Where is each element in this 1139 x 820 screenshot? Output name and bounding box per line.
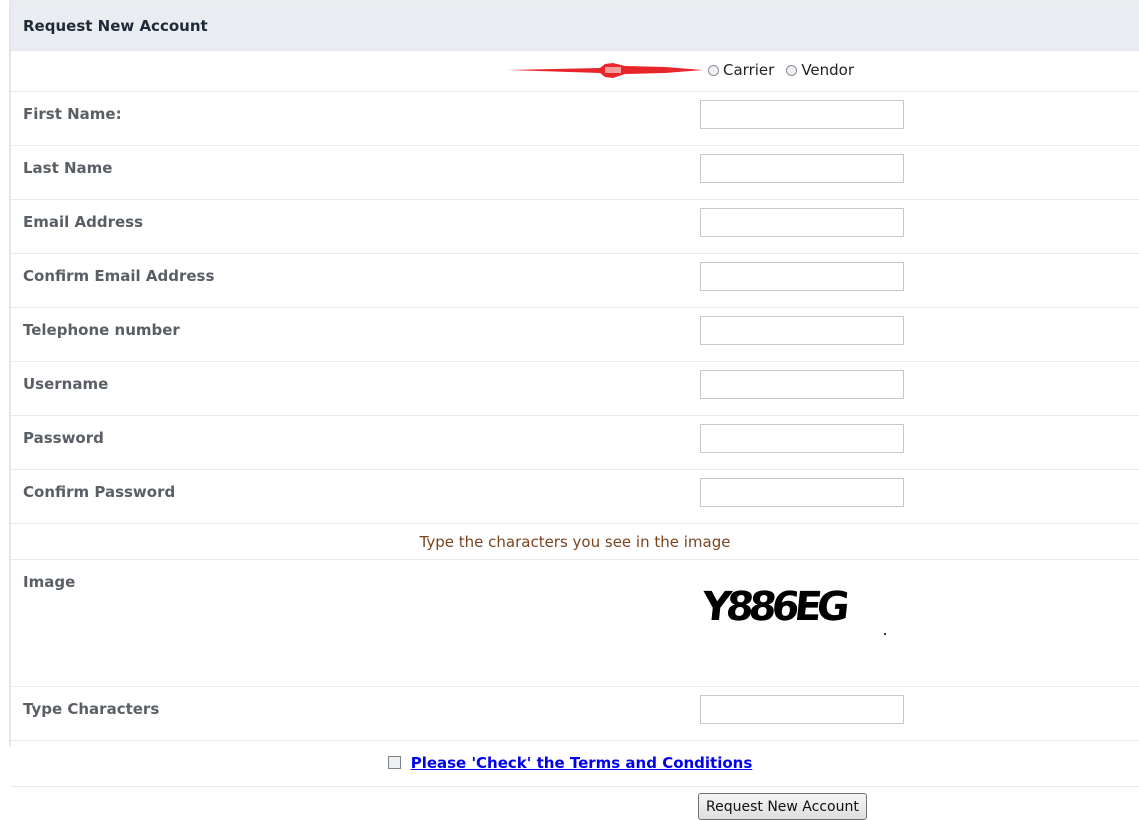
vendor-radio-label: Vendor: [801, 61, 855, 79]
confirm-email-label: Confirm Email Address: [11, 253, 681, 308]
first-name-label: First Name:: [11, 91, 681, 146]
username-field[interactable]: [700, 370, 904, 399]
account-type-radio-group: Carrier Vendor: [708, 61, 862, 79]
request-account-panel: Request New Account Carrier Vendor First…: [9, 0, 1139, 820]
email-label: Email Address: [11, 199, 681, 254]
captcha-input[interactable]: [700, 695, 904, 724]
terms-checkbox[interactable]: [387, 756, 401, 770]
red-arrow-annotation: [507, 63, 703, 78]
password-label: Password: [11, 415, 681, 470]
carrier-radio-label: Carrier: [723, 61, 775, 79]
captcha-image-label: Image: [11, 559, 681, 687]
telephone-label: Telephone number: [11, 307, 681, 362]
account-type-row: Carrier Vendor: [11, 51, 1139, 89]
confirm-password-label: Confirm Password: [11, 469, 681, 524]
confirm-password-field[interactable]: [700, 478, 904, 507]
vendor-radio-icon[interactable]: [786, 64, 798, 76]
carrier-radio[interactable]: Carrier: [708, 61, 774, 79]
email-field[interactable]: [700, 208, 904, 237]
type-characters-label: Type Characters: [11, 686, 681, 741]
form-title: Request New Account: [11, 2, 1139, 51]
vendor-radio[interactable]: Vendor: [786, 61, 854, 79]
captcha-prompt: Type the characters you see in the image: [11, 523, 1139, 560]
carrier-radio-icon[interactable]: [708, 64, 719, 76]
terms-link[interactable]: Please 'Check' the Terms and Conditions: [411, 754, 753, 772]
captcha-image: Y886EG: [699, 584, 886, 635]
request-account-form: Request New Account Carrier Vendor First…: [11, 2, 1139, 820]
last-name-label: Last Name: [11, 145, 681, 200]
request-new-account-button[interactable]: Request New Account: [698, 793, 867, 820]
telephone-field[interactable]: [700, 316, 904, 345]
captcha-image-text: Y886EG: [699, 584, 850, 630]
username-label: Username: [11, 361, 681, 416]
first-name-field[interactable]: [700, 100, 904, 129]
confirm-email-field[interactable]: [700, 262, 904, 291]
last-name-field[interactable]: [700, 154, 904, 183]
password-field[interactable]: [700, 424, 904, 453]
captcha-noise-dot: [884, 633, 886, 635]
terms-row: Please 'Check' the Terms and Conditions: [387, 754, 753, 772]
